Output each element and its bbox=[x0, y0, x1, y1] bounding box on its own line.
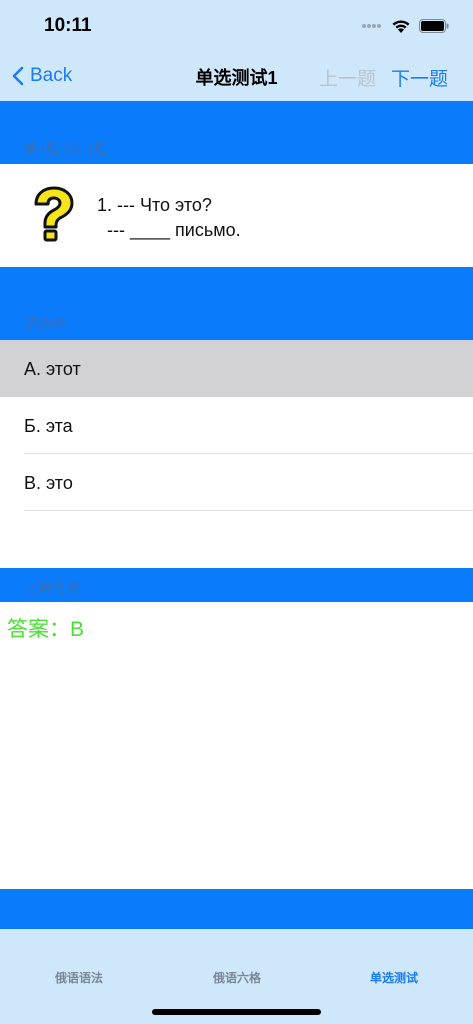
options-header: 请选择 bbox=[24, 316, 66, 332]
option-c[interactable]: В. это bbox=[0, 454, 473, 511]
tab-single-choice-test[interactable]: 单选测试 bbox=[370, 969, 418, 986]
question-header-band: 第1题 /共 4题 bbox=[0, 101, 473, 164]
home-indicator[interactable] bbox=[152, 1009, 321, 1015]
nav-bar: Back 单选测试1 上一题 下一题 bbox=[0, 50, 473, 101]
answer-header-band: 正确答案 bbox=[0, 568, 473, 602]
option-a[interactable]: А. этот bbox=[0, 340, 473, 397]
option-label: В. это bbox=[24, 473, 73, 493]
option-b[interactable]: Б. эта bbox=[0, 397, 473, 454]
prev-question-button[interactable]: 上一题 bbox=[319, 64, 376, 91]
status-bar: 10:11 bbox=[0, 0, 473, 50]
wifi-icon bbox=[392, 20, 410, 33]
option-label: А. этот bbox=[24, 359, 81, 379]
next-question-button[interactable]: 下一题 bbox=[391, 64, 448, 91]
tab-grammar[interactable]: 俄语语法 bbox=[55, 969, 103, 986]
battery-icon bbox=[419, 19, 449, 33]
answer-header: 正确答案 bbox=[24, 579, 80, 595]
question-mark-icon bbox=[34, 186, 74, 242]
option-label: Б. эта bbox=[24, 416, 73, 436]
signal-icon bbox=[362, 24, 381, 28]
options-header-band: 请选择 bbox=[0, 267, 473, 340]
status-time: 10:11 bbox=[44, 15, 92, 36]
question-text: 1. --- Что это? --- ____ письмо. bbox=[97, 195, 241, 240]
status-icons bbox=[361, 16, 449, 36]
option-divider bbox=[24, 510, 473, 511]
question-counter: 第1题 /共 4题 bbox=[24, 141, 108, 157]
footer-band bbox=[0, 889, 473, 929]
tab-six-cases[interactable]: 俄语六格 bbox=[213, 969, 261, 986]
answer-text: 答案：В bbox=[7, 618, 85, 641]
